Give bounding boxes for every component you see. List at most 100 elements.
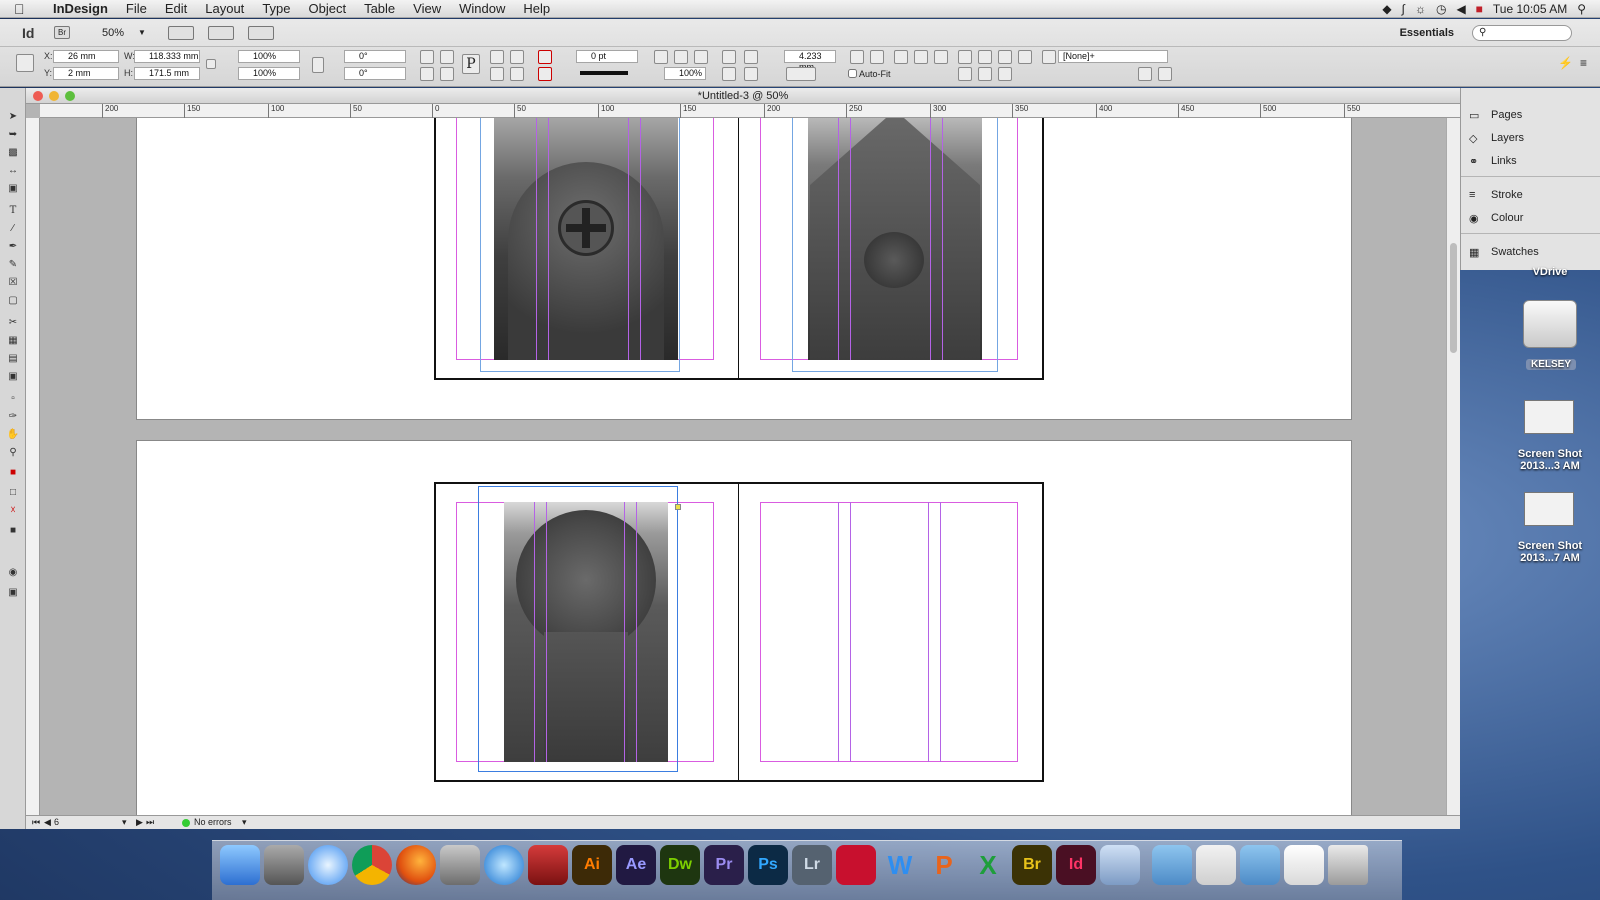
content-collector-icon[interactable]: ▣ — [5, 182, 21, 196]
next-page-icon[interactable]: ▶ — [136, 816, 143, 829]
preview-icon[interactable] — [1100, 845, 1140, 885]
horizontal-ruler[interactable]: 200 150 100 50 0 50 100 150 200 250 300 … — [40, 104, 1460, 118]
rotation-angle-field[interactable]: 0° — [344, 50, 406, 63]
stroke-weight-field[interactable]: 0 pt — [576, 50, 638, 63]
fill-swatch-icon[interactable] — [538, 50, 552, 64]
menu-object[interactable]: Object — [300, 1, 356, 16]
flag-icon[interactable]: ■ — [1476, 2, 1483, 16]
pencil-tool-icon[interactable]: ✎ — [5, 258, 21, 272]
app-menu[interactable]: InDesign — [44, 1, 117, 16]
vertical-scrollbar[interactable] — [1446, 118, 1460, 815]
gradient-feather-tool-icon[interactable]: ▣ — [5, 370, 21, 384]
arrange-documents-button[interactable] — [247, 25, 274, 40]
menu-view[interactable]: View — [404, 1, 450, 16]
width-field[interactable]: 118.333 mm — [134, 50, 200, 63]
safari-icon[interactable] — [308, 845, 348, 885]
align-top-icon[interactable] — [958, 67, 972, 81]
scale-x-field[interactable]: 100% — [238, 50, 300, 63]
rectangle-tool-icon[interactable]: ▢ — [5, 294, 21, 308]
page-right[interactable] — [740, 118, 1042, 378]
document-canvas[interactable] — [40, 118, 1446, 815]
quick-apply-icon[interactable]: ⚡ — [1558, 56, 1573, 70]
page-menu-icon[interactable]: ▾ — [122, 816, 127, 829]
premiere-icon[interactable]: Pr — [704, 845, 744, 885]
page-right[interactable] — [740, 484, 1042, 780]
apple-menu-icon[interactable]:  — [14, 1, 32, 17]
photo-booth-icon[interactable] — [528, 845, 568, 885]
firefox-icon[interactable] — [396, 845, 436, 885]
line-tool-icon[interactable]: ∕ — [5, 222, 21, 236]
lightroom-icon[interactable]: Lr — [792, 845, 832, 885]
selected-frame[interactable] — [478, 486, 678, 772]
object-style-icon[interactable] — [1042, 50, 1056, 64]
y-position-field[interactable]: 2 mm — [53, 67, 119, 80]
menu-type[interactable]: Type — [253, 1, 299, 16]
free-transform-tool-icon[interactable]: ▦ — [5, 334, 21, 348]
direct-selection-tool-icon[interactable]: ➥ — [5, 128, 21, 142]
facetime-icon[interactable] — [440, 845, 480, 885]
zoom-tool-icon[interactable]: ⚲ — [5, 446, 21, 460]
flip-vertical-icon[interactable] — [440, 67, 454, 81]
text-wrap-jump-icon[interactable] — [744, 67, 758, 81]
fit-content-icon[interactable] — [850, 50, 864, 64]
type-tool-icon[interactable]: T — [5, 204, 21, 218]
text-wrap-none-icon[interactable] — [722, 50, 736, 64]
panel-swatches[interactable]: ▦ Swatches — [1469, 243, 1539, 261]
spread-top[interactable] — [434, 118, 1044, 380]
hand-tool-icon[interactable]: ✋ — [5, 428, 21, 442]
bridge-button[interactable]: Br — [54, 26, 70, 39]
auto-fit-checkbox[interactable]: Auto-Fit — [848, 69, 891, 79]
clock[interactable]: Tue 10:05 AM — [1493, 2, 1567, 16]
align-left-icon[interactable] — [958, 50, 972, 64]
fx-icon[interactable] — [694, 50, 708, 64]
powerpoint-icon[interactable]: P — [924, 845, 964, 885]
spread-bottom[interactable] — [434, 482, 1044, 782]
screenshot-thumbnail-icon[interactable] — [1524, 492, 1574, 526]
volume-icon[interactable]: ◀ — [1456, 2, 1465, 16]
gradient-swatch-tool-icon[interactable]: ▤ — [5, 352, 21, 366]
content-grabber-handle[interactable] — [675, 504, 681, 510]
preflight-menu-icon[interactable]: ▾ — [242, 816, 247, 829]
panel-colour[interactable]: ◉ Colour — [1469, 209, 1523, 227]
stroke-swatch-icon[interactable] — [538, 67, 552, 81]
constrain-scale-icon[interactable] — [312, 57, 324, 73]
reference-point-icon[interactable] — [16, 54, 34, 72]
wifi-icon[interactable]: ☼ — [1415, 2, 1426, 16]
panel-stroke[interactable]: ≡ Stroke — [1469, 186, 1523, 204]
bluetooth-icon[interactable]: ∫ — [1402, 2, 1405, 16]
close-icon[interactable] — [33, 91, 43, 101]
zoom-icon[interactable] — [65, 91, 75, 101]
stroke-type-preview[interactable] — [580, 71, 628, 75]
gap-tool-icon[interactable]: ↔ — [5, 164, 21, 178]
screenshot-thumbnail-icon[interactable] — [1524, 400, 1574, 434]
align-bottom-icon[interactable] — [998, 67, 1012, 81]
bridge-icon[interactable]: Br — [1012, 845, 1052, 885]
object-style-select[interactable]: [None]+ — [1058, 50, 1168, 63]
constrain-proportions-icon[interactable] — [206, 59, 216, 69]
note-tool-icon[interactable]: ▫ — [5, 392, 21, 406]
documents-stack-icon[interactable] — [1196, 845, 1236, 885]
chevron-down-icon[interactable]: ▼ — [138, 28, 146, 37]
preflight-status-icon[interactable] — [182, 819, 190, 827]
excel-icon[interactable]: X — [968, 845, 1008, 885]
rotate-ccw-icon[interactable] — [440, 50, 454, 64]
last-page-icon[interactable]: ⏭ — [146, 816, 154, 829]
rotate-cw-icon[interactable] — [420, 50, 434, 64]
minimize-icon[interactable] — [49, 91, 59, 101]
menu-file[interactable]: File — [117, 1, 156, 16]
drive-icon[interactable] — [1523, 300, 1577, 348]
desktop-label-screenshot-2[interactable]: Screen Shot 2013...7 AM — [1506, 540, 1594, 564]
page-left[interactable] — [436, 484, 739, 780]
gutter-field[interactable]: 4.233 mm — [784, 50, 836, 72]
page-left[interactable] — [436, 118, 739, 378]
finder-icon[interactable] — [220, 845, 260, 885]
fill-stroke-swatch-icon[interactable]: ■ — [5, 466, 21, 480]
page-number-field[interactable]: 6 — [54, 816, 59, 829]
selection-tool-icon[interactable]: ➤ — [5, 110, 21, 124]
desktop-label-kelsey[interactable]: KELSEY — [1526, 359, 1576, 370]
dreamweaver-icon[interactable]: Dw — [660, 845, 700, 885]
workspace-switcher[interactable]: Essentials — [1400, 27, 1454, 39]
fit-frame-icon[interactable] — [870, 50, 884, 64]
spotlight-icon[interactable]: ⚲ — [1577, 2, 1586, 16]
desktop-label-vdrive[interactable]: VDrive — [1504, 266, 1596, 278]
